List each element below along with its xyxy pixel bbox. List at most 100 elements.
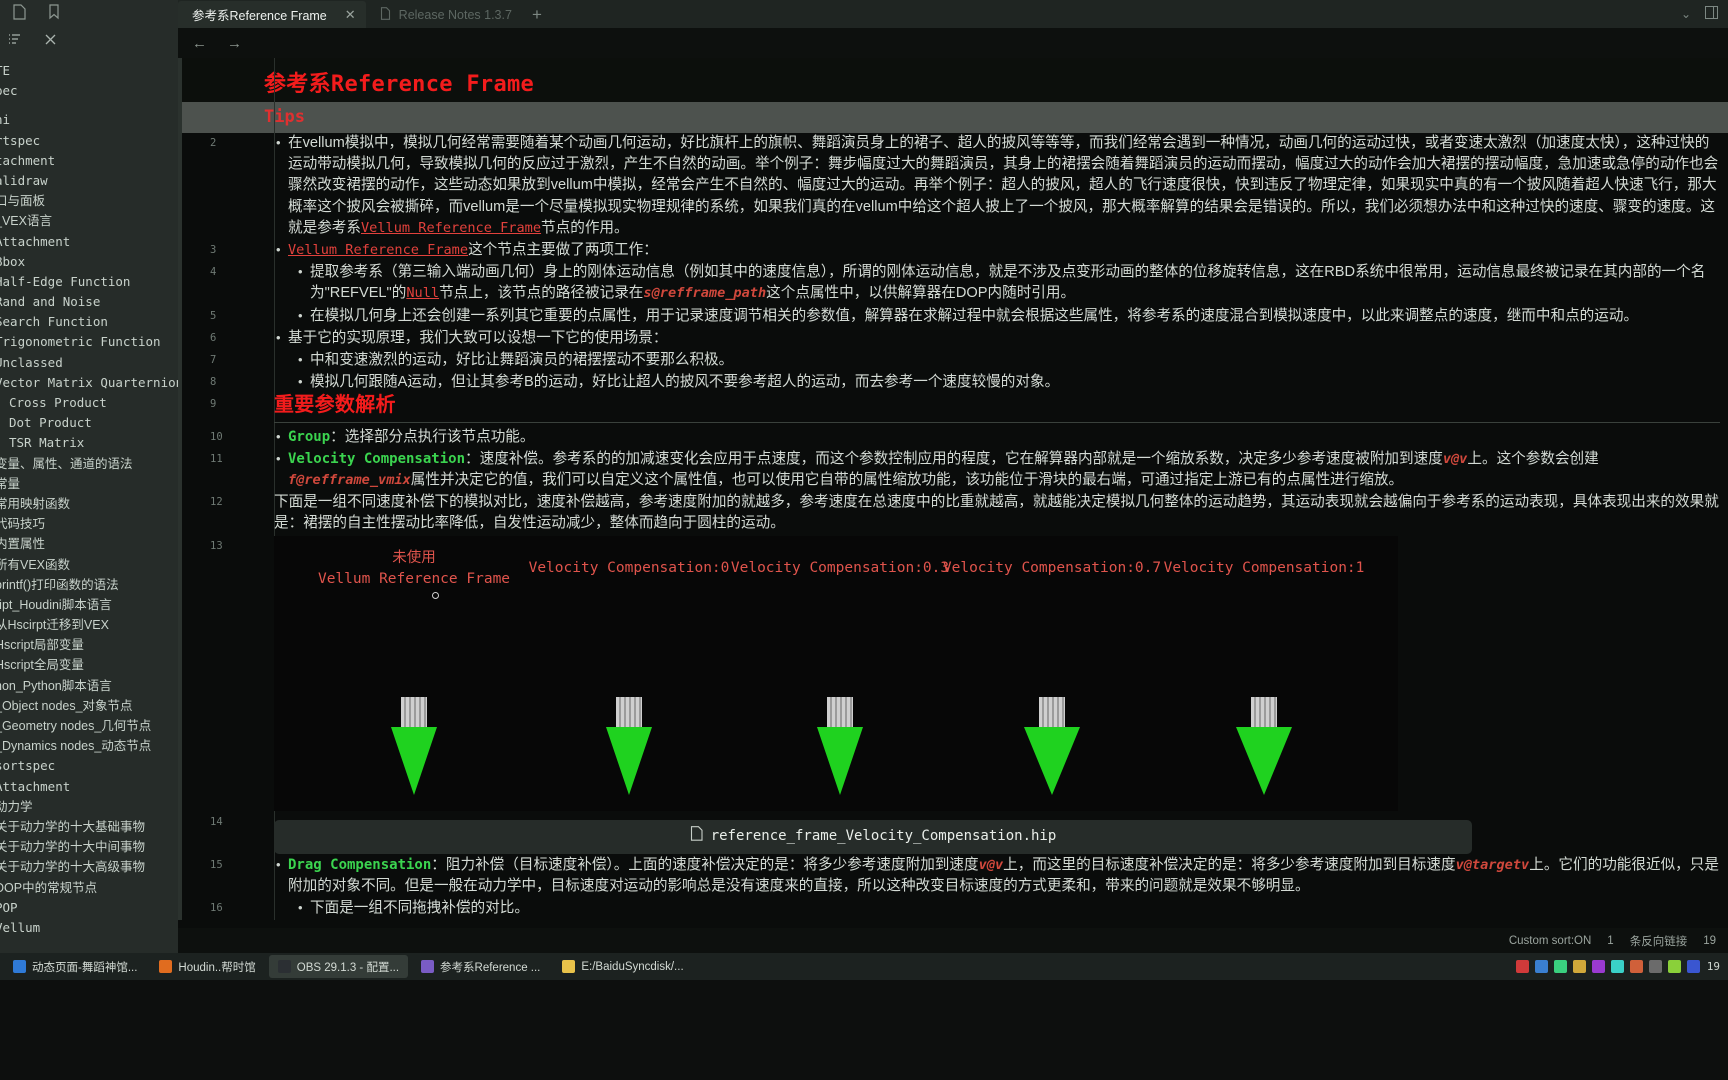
sidebar-item[interactable]: tachment [0, 151, 178, 171]
sidebar-item[interactable]: Search Function [0, 312, 178, 332]
tab-release-notes[interactable]: Release Notes 1.3.7 [366, 1, 522, 28]
sidebar-item[interactable]: Hscript全局变量 [0, 655, 178, 675]
line-number: 4 [210, 266, 217, 279]
embedded-viewport-image[interactable]: 未使用 Vellum Reference Frame Velocity Compen… [274, 535, 1398, 811]
taskbar-button[interactable]: OBS 29.1.3 - 配置... [268, 955, 409, 978]
sidebar-item[interactable]: _Geometry nodes_几何节点 [0, 716, 178, 736]
tab-reference-frame[interactable]: 参考系Reference Frame ✕ [178, 1, 366, 28]
section-heading: 重要参数解析 [274, 392, 396, 417]
forward-arrow-icon[interactable]: → [227, 35, 242, 52]
sort-icon[interactable] [8, 33, 22, 51]
tray-icon[interactable] [1515, 960, 1529, 973]
inline-link[interactable]: Vellum Reference Frame [288, 242, 468, 258]
sidebar-item[interactable]: sortspec [0, 756, 178, 776]
new-tab-button[interactable]: + [522, 1, 552, 28]
sidebar-item[interactable]: 代码技巧 [0, 514, 178, 534]
sidebar-item[interactable]: Cross Product [0, 393, 178, 413]
sidebar-item[interactable]: ript_Houdini脚本语言 [0, 595, 178, 615]
close-icon[interactable]: ✕ [345, 7, 356, 23]
simulation-object [810, 696, 870, 797]
sidebar-item[interactable]: _Object nodes_对象节点 [0, 696, 178, 716]
tab-label: Release Notes 1.3.7 [398, 7, 512, 22]
new-file-icon[interactable] [12, 3, 26, 25]
sidebar-item[interactable]: alidraw [0, 171, 178, 191]
line-content: 在模拟几何身上还会创建一系列其它重要的点属性，用于记录速度调节相关的参数值，解算… [274, 305, 1728, 328]
text-run: 节点上，该节点的路径被记录在 [439, 285, 644, 302]
tray-icon[interactable] [1629, 960, 1643, 973]
taskbar-button[interactable]: 参考系Reference ... [412, 955, 549, 978]
sidebar-item[interactable]: 变量、属性、通道的语法 [0, 454, 178, 474]
sidebar-item[interactable]: 动力学 [0, 797, 178, 817]
sidebar-item[interactable]: Hscript局部变量 [0, 635, 178, 655]
file-attachment-card[interactable]: reference_frame_Velocity_Compensation.hi… [274, 819, 1472, 854]
sidebar-item[interactable]: Vellum [0, 918, 178, 938]
line-number: 11 [210, 452, 223, 465]
sidebar-item[interactable]: 关于动力学的十大中间事物 [0, 837, 178, 857]
sidebar-item[interactable]: Half-Edge Function [0, 272, 178, 292]
text-run: 下面是一组不同拖拽补偿的对比。 [310, 900, 529, 917]
panel-toggle-icon[interactable] [1705, 6, 1718, 22]
tray-icon[interactable] [1534, 960, 1548, 973]
tray-icon[interactable] [1648, 960, 1662, 973]
sidebar-item[interactable]: 常量 [0, 474, 178, 494]
taskbar[interactable]: 动态页面-舞蹈神馆... Houdin..帮时馆 OBS 29.1.3 - 配置..… [0, 953, 1728, 980]
sidebar-item[interactable]: TE [0, 61, 178, 81]
back-arrow-icon[interactable]: ← [192, 35, 207, 52]
sidebar-item[interactable]: DOP中的常规节点 [0, 878, 178, 898]
tray-icon[interactable] [1572, 960, 1586, 973]
sidebar-item[interactable]: 常用映射函数 [0, 494, 178, 514]
sidebar-item[interactable]: pec [0, 81, 178, 101]
sidebar-item[interactable]: 口与面板 [0, 191, 178, 211]
sidebar-item[interactable]: printf()打印函数的语法 [0, 575, 178, 595]
collapse-all-icon[interactable] [44, 33, 57, 51]
sidebar-item[interactable]: Bbox [0, 252, 178, 272]
tray-icon[interactable] [1686, 960, 1700, 973]
chevron-down-icon[interactable]: ⌄ [1681, 7, 1691, 21]
tray-icon[interactable] [1591, 960, 1605, 973]
tray-icon[interactable] [1610, 960, 1624, 973]
page-title-row: 参考系Reference Frame [178, 58, 1728, 102]
sidebar-item[interactable]: Attachment [0, 232, 178, 252]
file-name: reference_frame_Velocity_Compensation.hi… [710, 828, 1057, 845]
sidebar-item[interactable]: 所有VEX函数 [0, 555, 178, 575]
taskbar-button[interactable]: E:/BaiduSyncdisk/... [553, 955, 692, 978]
sidebar-item[interactable]: 内置属性 [0, 534, 178, 554]
system-tray[interactable]: 19 [1515, 960, 1728, 973]
sidebar-item[interactable]: 关于动力学的十大基础事物 [0, 817, 178, 837]
sidebar-item[interactable]: rtspec [0, 131, 178, 151]
attribute-token: v@v [1442, 450, 1468, 467]
sidebar-item[interactable]: TSR Matrix [0, 433, 178, 453]
sidebar[interactable]: TEpecnirtspectachmentalidraw口与面板_VEX语言At… [0, 28, 178, 953]
taskbar-button[interactable]: Houdin..帮时馆 [150, 955, 264, 978]
sidebar-item[interactable]: 从Hscirpt迁移到VEX [0, 615, 178, 635]
sidebar-item[interactable]: _VEX语言 [0, 211, 178, 231]
taskbar-buttons[interactable]: 动态页面-舞蹈神馆... Houdin..帮时馆 OBS 29.1.3 - 配置..… [0, 955, 693, 978]
sidebar-item[interactable]: hon_Python脚本语言 [0, 676, 178, 696]
sidebar-item-list[interactable]: TEpecnirtspectachmentalidraw口与面板_VEX语言At… [0, 56, 178, 938]
bookmark-icon[interactable] [48, 3, 60, 25]
sidebar-item[interactable]: _Dynamics nodes_动态节点 [0, 736, 178, 756]
taskbar-button[interactable]: 动态页面-舞蹈神馆... [4, 955, 146, 978]
sidebar-item[interactable]: 关于动力学的十大高级事物 [0, 857, 178, 877]
sidebar-item[interactable]: Vector Matrix Quarternion [0, 373, 178, 393]
inline-link[interactable]: Null [406, 285, 439, 301]
backlink-count: 1 [1607, 934, 1614, 947]
sidebar-item[interactable]: Trigonometric Function [0, 332, 178, 352]
app-icon [159, 960, 173, 973]
note-pane: ← → 参考系Reference Frame Tips 2 在vellum模拟中，… [178, 28, 1728, 953]
backlink-label: 条反向链接 [1629, 935, 1688, 948]
sidebar-item[interactable]: POP [0, 898, 178, 918]
cylinder-pole [401, 696, 427, 727]
sidebar-item[interactable]: Unclassed [0, 353, 178, 373]
document-line: 12 下面是一组不同速度补偿下的模拟对比，速度补偿越高，参考速度附加的就越多，参考… [178, 492, 1728, 535]
sidebar-item[interactable]: ni [0, 110, 178, 130]
sidebar-item[interactable]: Attachment [0, 777, 178, 797]
cloth-skirt [391, 726, 437, 795]
tray-icon[interactable] [1553, 960, 1567, 973]
inline-link[interactable]: Vellum Reference Frame [361, 220, 541, 236]
bullet-item: 基于它的实现原理，我们大致可以设想一下它的使用场景： [274, 327, 1720, 349]
tray-icon-group[interactable] [1515, 960, 1700, 973]
tray-icon[interactable] [1667, 960, 1681, 973]
sidebar-item[interactable]: Rand and Noise [0, 292, 178, 312]
sidebar-item[interactable]: Dot Product [0, 413, 178, 433]
